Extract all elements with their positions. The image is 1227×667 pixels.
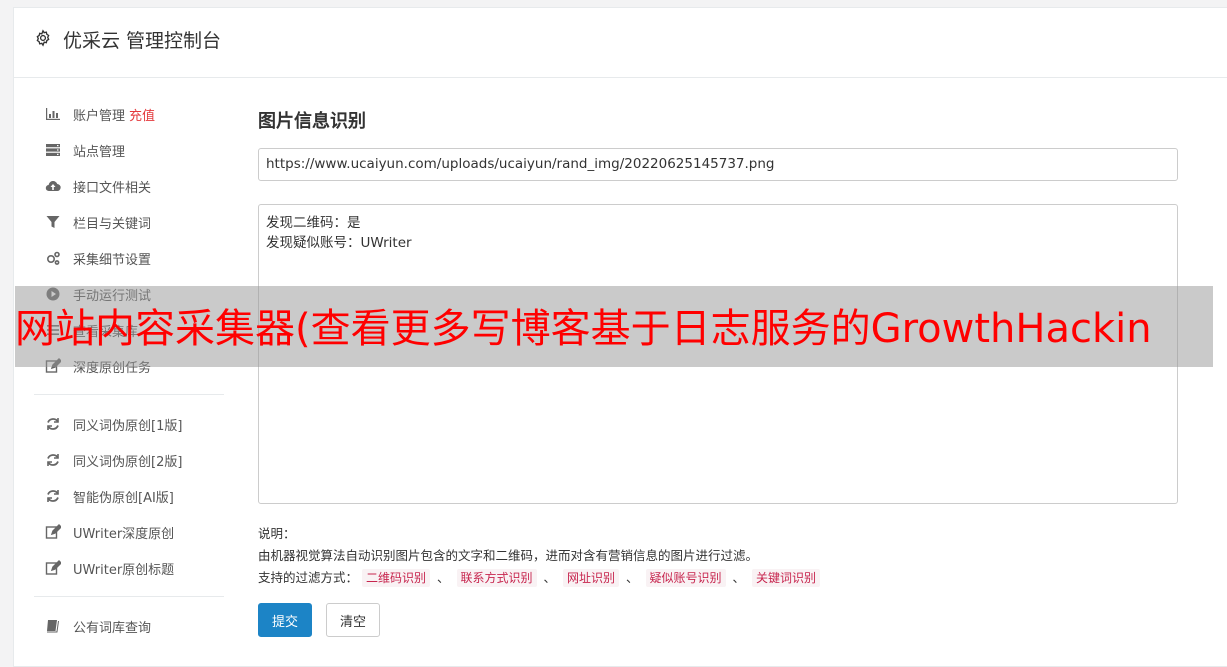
tag-separator: 、 <box>626 570 639 585</box>
sidebar-divider <box>34 596 224 597</box>
notes-description: 由机器视觉算法自动识别图片包含的文字和二维码，进而对含有营销信息的图片进行过滤。 <box>258 548 759 563</box>
submit-button[interactable]: 提交 <box>258 603 312 637</box>
filter-tag: 关键词识别 <box>752 569 821 587</box>
edit-icon <box>44 559 62 577</box>
sidebar-item-label: 账户管理 <box>73 108 126 124</box>
tag-separator: 、 <box>437 570 450 585</box>
page-header: 优采云 管理控制台 <box>14 8 1227 78</box>
sidebar-divider <box>34 394 224 395</box>
sidebar-item-label: 同义词伪原创[1版] <box>73 418 183 434</box>
filter-tag: 疑似账号识别 <box>645 569 726 587</box>
sidebar-item-synonym-v1[interactable]: 同义词伪原创[1版] <box>34 406 224 442</box>
sidebar-item-label: 公有词库查询 <box>73 620 152 636</box>
filter-tag: 联系方式识别 <box>456 569 537 587</box>
server-icon <box>44 141 62 159</box>
sidebar-item-collect-settings[interactable]: 采集细节设置 <box>34 240 224 276</box>
sidebar-item-label: 同义词伪原创[2版] <box>73 454 183 470</box>
clear-button[interactable]: 清空 <box>326 603 380 637</box>
watermark-text: 网站内容采集器(查看更多写博客基于日志服务的GrowthHackin <box>15 306 1152 352</box>
sidebar-item-account[interactable]: 账户管理 充值 <box>34 96 224 132</box>
image-url-input[interactable]: https://www.ucaiyun.com/uploads/ucaiyun/… <box>258 148 1178 181</box>
sidebar-item-sites[interactable]: 站点管理 <box>34 132 224 168</box>
sidebar-item-synonym-v2[interactable]: 同义词伪原创[2版] <box>34 442 224 478</box>
sidebar-item-interface-files[interactable]: 接口文件相关 <box>34 168 224 204</box>
sidebar-item-label: UWriter深度原创 <box>73 526 175 542</box>
notes-title: 说明： <box>258 526 296 541</box>
sidebar-item-label: 采集细节设置 <box>73 252 152 268</box>
notes-filter-methods: 支持的过滤方式： 二维码识别 、 联系方式识别 、 网址识别 、 疑似账号识别 … <box>258 567 821 589</box>
refresh-icon <box>44 487 62 505</box>
filter-icon <box>44 213 62 231</box>
sidebar-item-label: 智能伪原创[AI版] <box>73 490 174 506</box>
sidebar-item-uwriter-deep[interactable]: UWriter深度原创 <box>34 514 224 550</box>
sidebar-item-ai-rewrite[interactable]: 智能伪原创[AI版] <box>34 478 224 514</box>
edit-icon <box>44 523 62 541</box>
sidebar-item-label: 站点管理 <box>73 144 126 160</box>
page-title: 优采云 管理控制台 <box>63 30 222 52</box>
filter-tag: 二维码识别 <box>362 569 431 587</box>
gears-icon <box>44 249 62 267</box>
refresh-icon <box>44 451 62 469</box>
filter-methods-label: 支持的过滤方式： <box>258 570 359 585</box>
tag-separator: 、 <box>543 570 557 585</box>
sidebar-item-label: 栏目与关键词 <box>73 216 152 232</box>
tag-separator: 、 <box>732 570 746 585</box>
filter-tag: 网址识别 <box>563 569 620 587</box>
sidebar: 账户管理 充值 站点管理 接口文件相关 栏目与关键词 采集细节设置 深度原创任务… <box>34 96 224 644</box>
sidebar-item-label: 接口文件相关 <box>73 180 152 196</box>
section-heading: 图片信息识别 <box>258 111 366 132</box>
sidebar-item-uwriter-title[interactable]: UWriter原创标题 <box>34 550 224 586</box>
sidebar-item-label: UWriter原创标题 <box>73 562 175 578</box>
bar-chart-icon <box>44 105 62 123</box>
refresh-icon <box>44 415 62 433</box>
sidebar-item-public-dictionary[interactable]: 公有词库查询 <box>34 608 224 644</box>
main-content: 图片信息识别 https://www.ucaiyun.com/uploads/u… <box>258 108 1178 637</box>
cloud-upload-icon <box>44 177 62 195</box>
notes: 说明： 由机器视觉算法自动识别图片包含的文字和二维码，进而对含有营销信息的图片进… <box>258 523 821 589</box>
recharge-link[interactable]: 充值 <box>129 105 155 124</box>
sidebar-item-columns-keywords[interactable]: 栏目与关键词 <box>34 204 224 240</box>
gear-icon <box>36 29 50 47</box>
book-icon <box>44 617 62 635</box>
